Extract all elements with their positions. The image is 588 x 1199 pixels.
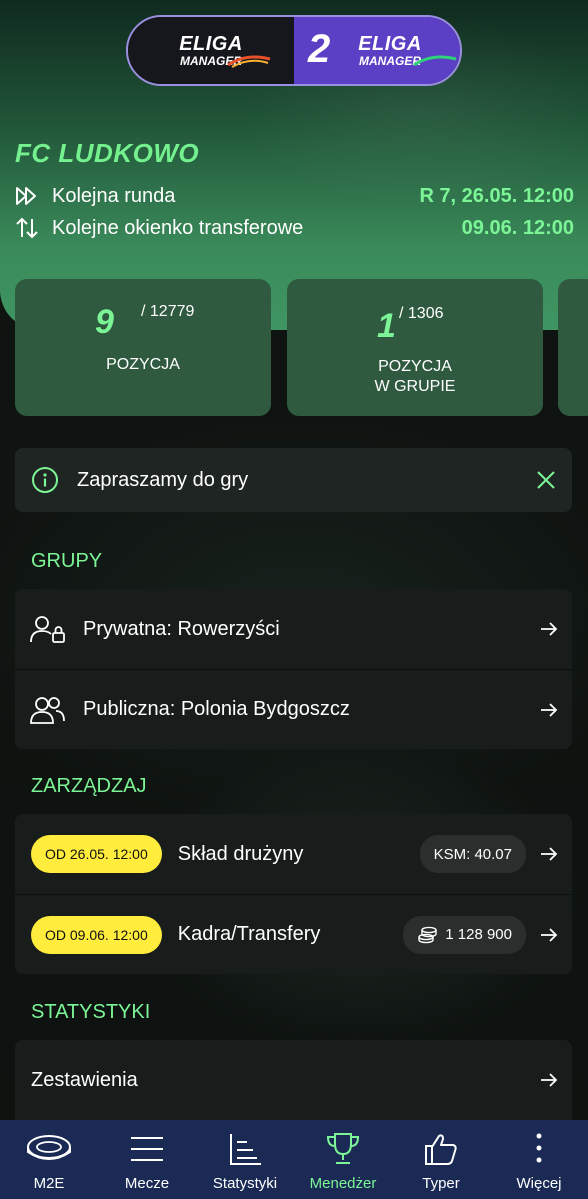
transfers-date-badge: OD 09.06. 12:00 [31, 915, 162, 954]
groups-list: Prywatna: Rowerzyści Publiczna: Polonia … [15, 589, 572, 749]
arrow-right-icon [541, 847, 558, 861]
trophy-icon [326, 1133, 360, 1164]
eliga-manager-logo-button[interactable]: ELIGA MANAGER [128, 17, 294, 84]
private-group-icon [30, 616, 65, 643]
logo-right-title: ELIGA [358, 32, 422, 55]
statistics-title: STATYSTYKI [31, 1001, 151, 1023]
lineup-label: Skład drużyny [177, 842, 304, 865]
manage-title: ZARZĄDZAJ [31, 775, 147, 797]
info-icon [32, 467, 58, 493]
budget-badge: 1 128 900 [403, 915, 526, 954]
thumbs-up-icon [425, 1134, 457, 1165]
overall-rank: 9 [95, 303, 114, 341]
next-round-value: R 7, 26.05. 12:00 [419, 184, 574, 207]
groups-title: GRUPY [31, 550, 103, 572]
logo-swoosh-icon-2 [413, 55, 457, 67]
logo-two-glyph: 2 [308, 27, 331, 71]
nav-statistics-label: Statystyki [212, 1175, 278, 1192]
menu-lines-icon [131, 1137, 163, 1161]
nav-statistics[interactable]: Statystyki [196, 1120, 294, 1199]
nav-matches-label: Mecze [124, 1175, 170, 1192]
bottom-navigation: M2E Mecze Statystyki Menedżer Typer Więc… [0, 1120, 588, 1199]
overall-position-label: POZYCJA [106, 356, 180, 373]
close-icon[interactable] [536, 470, 556, 490]
overall-total: / 12779 [141, 303, 195, 320]
statistics-list: Zestawienia [15, 1040, 572, 1120]
logo-left-title: ELIGA [179, 32, 243, 55]
statistics-item-summary[interactable]: Zestawienia [15, 1040, 572, 1120]
nav-more-label: Więcej [516, 1175, 562, 1192]
manage-list: OD 26.05. 12:00 Skład drużyny KSM: 40.07… [15, 814, 572, 974]
group-item-private[interactable]: Prywatna: Rowerzyści [15, 589, 572, 669]
transfer-window-row: Kolejne okienko transferowe 09.06. 12:00 [14, 213, 574, 243]
nav-matches[interactable]: Mecze [98, 1120, 196, 1199]
transfer-window-label: Kolejne okienko transferowe [52, 216, 304, 239]
next-round-row: Kolejna runda R 7, 26.05. 12:00 [14, 181, 574, 211]
coins-icon [418, 926, 437, 943]
next-round-label: Kolejna runda [52, 184, 176, 207]
group-position-label-1: POZYCJA [378, 358, 452, 375]
group-item-public-label: Publiczna: Polonia Bydgoszcz [83, 698, 350, 720]
ksm-badge: KSM: 40.07 [419, 835, 526, 873]
lineup-date-badge: OD 26.05. 12:00 [31, 835, 162, 873]
group-position-label-2: W GRUPIE [374, 378, 456, 395]
transfer-window-value: 09.06. 12:00 [461, 216, 574, 239]
arrow-right-icon [541, 702, 558, 717]
budget-value: 1 128 900 [445, 926, 512, 943]
nav-m2e[interactable]: M2E [0, 1120, 98, 1199]
group-total: / 1306 [399, 305, 444, 322]
summary-label: Zestawienia [31, 1068, 138, 1091]
logo-swoosh-icon [227, 55, 271, 68]
next-stat-card[interactable] [558, 279, 588, 416]
nav-manager[interactable]: Menedżer [294, 1120, 392, 1199]
nav-typer[interactable]: Typer [392, 1120, 490, 1199]
nav-typer-label: Typer [422, 1175, 460, 1192]
group-rank: 1 [377, 307, 396, 345]
fast-forward-icon [16, 187, 36, 205]
public-group-icon [30, 696, 65, 724]
notice-text: Zapraszamy do gry [77, 468, 249, 491]
team-name: FC LUDKOWO [15, 138, 200, 168]
manage-item-lineup[interactable]: OD 26.05. 12:00 Skład drużyny KSM: 40.07 [15, 814, 572, 894]
manage-item-transfers[interactable]: OD 09.06. 12:00 Kadra/Transfery 1 128 90… [15, 894, 572, 974]
league-switcher: ELIGA MANAGER 2 ELIGA MANAGER [126, 15, 462, 86]
bar-chart-icon [230, 1134, 261, 1165]
arrow-right-icon [541, 1073, 558, 1087]
welcome-notice: Zapraszamy do gry [15, 448, 572, 512]
arrow-right-icon [541, 927, 558, 942]
sort-arrows-icon [16, 217, 38, 239]
nav-more[interactable]: Więcej [490, 1120, 588, 1199]
stadium-icon [27, 1135, 71, 1160]
nav-manager-label: Menedżer [309, 1175, 377, 1192]
more-icon [536, 1133, 542, 1163]
overall-position-card[interactable]: 9 / 12779 POZYCJA [15, 279, 271, 416]
nav-m2e-label: M2E [33, 1175, 65, 1192]
group-item-private-label: Prywatna: Rowerzyści [83, 617, 280, 640]
group-position-card[interactable]: 1 / 1306 POZYCJA W GRUPIE [287, 279, 543, 416]
group-item-public[interactable]: Publiczna: Polonia Bydgoszcz [15, 669, 572, 749]
eliga-2-manager-logo-button[interactable]: 2 ELIGA MANAGER [294, 17, 460, 84]
transfers-label: Kadra/Transfery [177, 923, 321, 945]
arrow-right-icon [541, 622, 558, 636]
